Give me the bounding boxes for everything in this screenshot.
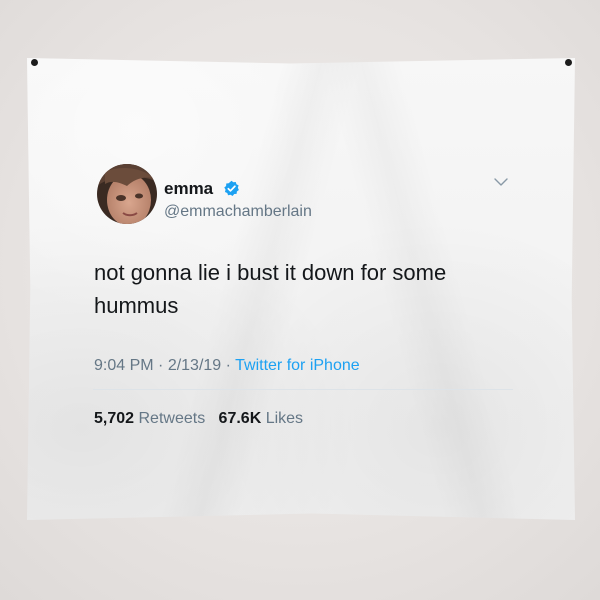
retweets-count: 5,702	[94, 410, 135, 427]
tweet-date[interactable]: 2/13/19	[168, 357, 221, 374]
verified-badge-icon	[224, 180, 239, 197]
tweet-time[interactable]: 9:04 PM	[94, 357, 154, 374]
tweet-metadata: 9:04 PM · 2/13/19 · Twitter for iPhone	[94, 357, 360, 375]
likes-stat[interactable]: 67.6K Likes	[219, 410, 304, 427]
chevron-down-icon[interactable]	[493, 177, 509, 187]
right-pin	[565, 59, 572, 66]
display-name[interactable]: emma	[164, 179, 213, 199]
avatar[interactable]	[97, 164, 157, 224]
likes-label: Likes	[265, 410, 304, 427]
tweet-text: not gonna lie i bust it down for some hu…	[94, 260, 447, 318]
meta-separator: ·	[221, 357, 236, 374]
likes-count: 67.6K	[218, 410, 262, 427]
user-handle[interactable]: @emmachamberlain	[164, 203, 312, 221]
tweet-stats: 5,702 Retweets 67.6K Likes	[94, 410, 303, 428]
tweet-source-link[interactable]: Twitter for iPhone	[235, 357, 360, 374]
retweets-stat[interactable]: 5,702 Retweets	[94, 410, 205, 427]
divider	[93, 389, 513, 390]
meta-separator: ·	[153, 357, 168, 374]
retweets-label: Retweets	[138, 410, 206, 427]
left-pin	[31, 59, 38, 66]
